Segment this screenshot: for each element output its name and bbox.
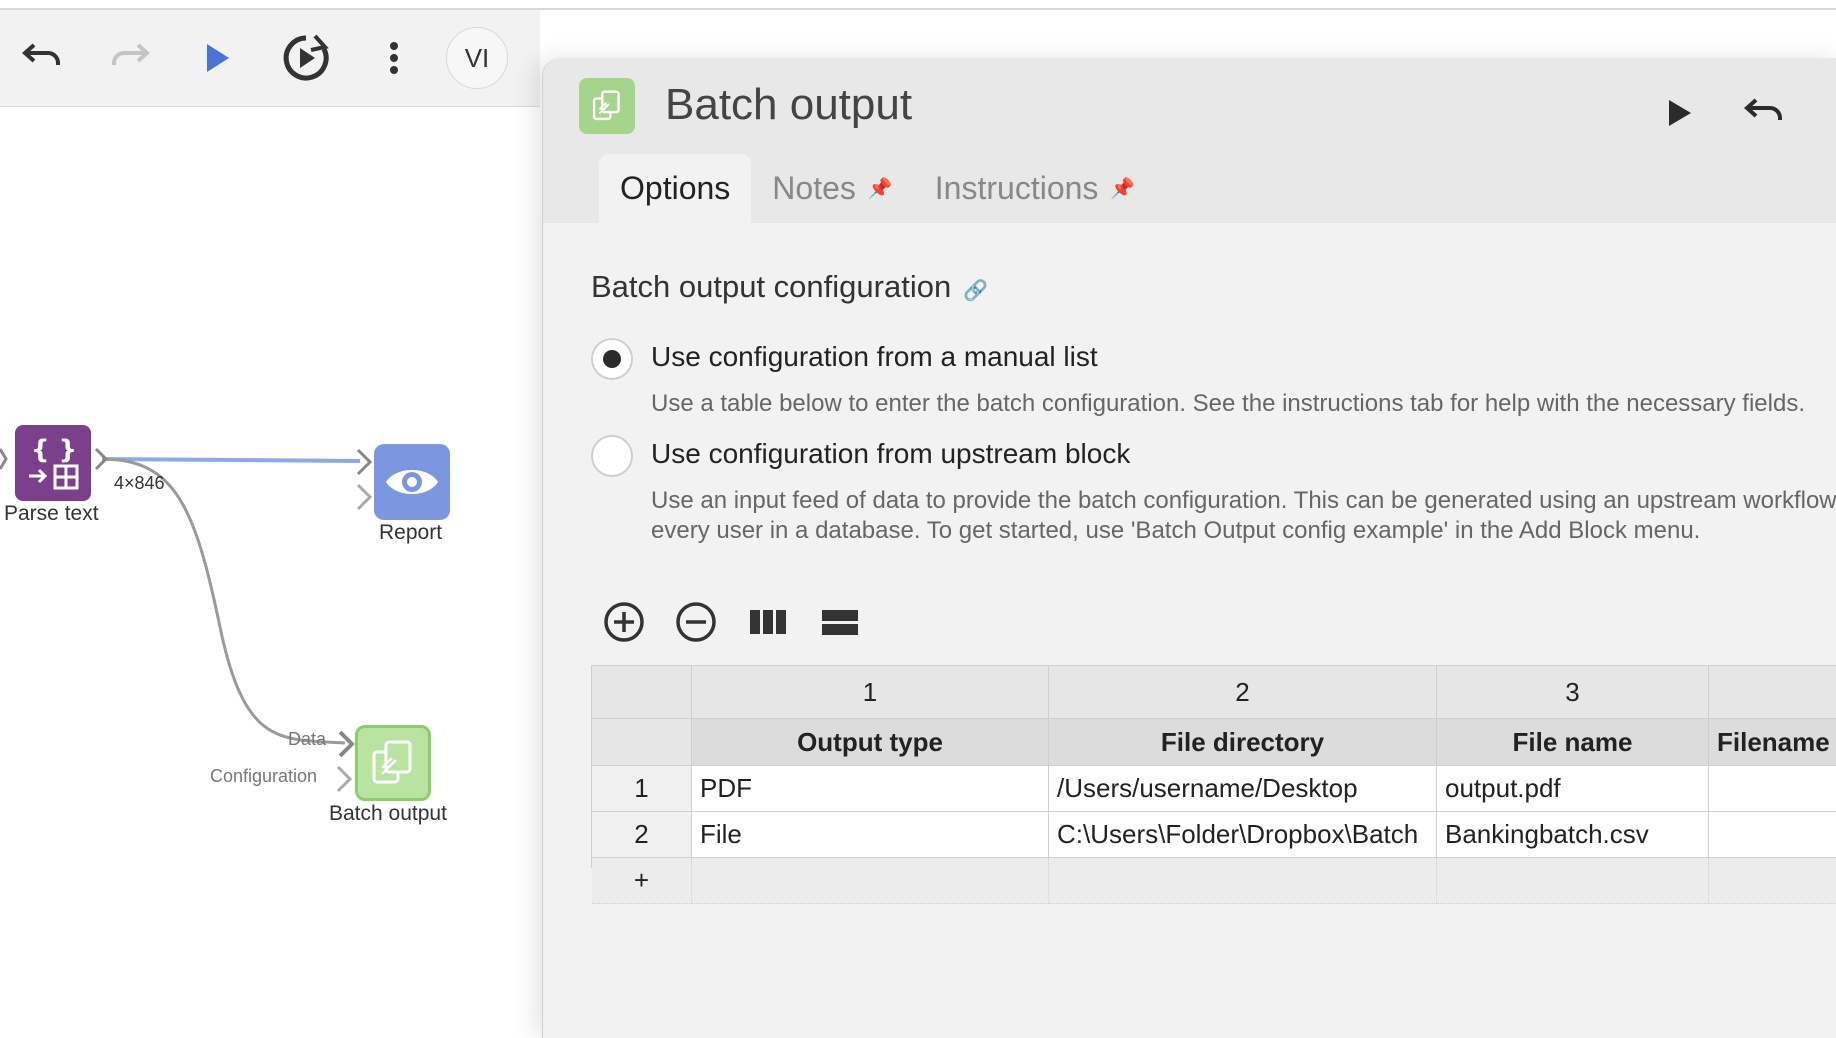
remove-row-button[interactable] <box>673 599 719 645</box>
tab-notes[interactable]: Notes 📌 <box>751 154 914 223</box>
run-button[interactable] <box>188 10 248 106</box>
undo-button[interactable] <box>12 10 72 106</box>
undo-icon <box>1743 98 1782 120</box>
tab-instructions[interactable]: Instructions 📌 <box>914 154 1157 223</box>
columns-icon <box>750 610 786 634</box>
table-cell[interactable] <box>1709 812 1836 858</box>
option-desc-manual-list: Use a table below to enter the batch con… <box>651 390 1806 417</box>
tab-notes-label: Notes <box>772 170 856 206</box>
user-avatar[interactable]: VI <box>446 27 508 89</box>
col-number[interactable] <box>1709 666 1836 719</box>
toolbar: VI <box>0 10 540 107</box>
empty-cell <box>1437 858 1709 904</box>
undo-icon <box>21 43 60 65</box>
port-arrow <box>94 447 109 471</box>
table-cell[interactable]: File <box>692 812 1049 858</box>
workflow-canvas: { } Parse text 4×846 Report Data Configu… <box>0 107 560 1032</box>
table-cell[interactable]: PDF <box>692 766 1049 812</box>
section-title: Batch output configuration 🔗 <box>591 269 988 305</box>
edge-parse-to-report <box>101 457 361 463</box>
panel-title: Batch output <box>665 80 913 129</box>
empty-cell <box>692 858 1049 904</box>
columns-button[interactable] <box>745 599 791 645</box>
config-table: 1 2 3 Output type File directory File na… <box>591 665 1836 904</box>
panel-header: Batch output Options Notes 📌 Instructions… <box>543 58 1836 223</box>
tab-options-label: Options <box>620 170 731 206</box>
empty-cell <box>1709 858 1836 904</box>
block-panel: Batch output Options Notes 📌 Instructions… <box>542 58 1836 1038</box>
node-label-parse-text: Parse text <box>4 502 99 525</box>
more-button[interactable] <box>364 10 424 106</box>
port-arrow <box>336 765 353 793</box>
table-cell[interactable]: output.pdf <box>1437 766 1709 812</box>
node-label-batch-output: Batch output <box>329 802 447 825</box>
row-number[interactable]: 1 <box>592 766 692 812</box>
edges-layer <box>0 447 373 793</box>
column-header[interactable]: File directory <box>1049 719 1437 766</box>
link-icon[interactable]: 🔗 <box>963 280 988 302</box>
corner-cell <box>592 666 692 719</box>
column-header[interactable]: Output type <box>692 719 1049 766</box>
edge-parse-to-batch <box>101 457 346 745</box>
panel-undo-button[interactable] <box>1739 88 1789 138</box>
node-batch-output[interactable] <box>355 725 431 801</box>
column-header[interactable]: Filename <box>1709 719 1836 766</box>
option-label-upstream-block: Use configuration from upstream block <box>651 438 1131 469</box>
documents-icon <box>372 740 412 784</box>
rerun-icon <box>283 34 329 81</box>
redo-icon <box>112 43 151 65</box>
table-cell[interactable]: Bankingbatch.csv <box>1437 812 1709 858</box>
row-number[interactable]: 2 <box>592 812 692 858</box>
option-desc-upstream-line-2: every user in a database. To get started… <box>651 517 1701 544</box>
svg-text:{ }: { } <box>31 435 77 465</box>
radio-upstream-block[interactable] <box>591 435 633 477</box>
option-desc-upstream-line-1: Use an input feed of data to provide the… <box>651 487 1836 514</box>
play-icon <box>207 44 229 72</box>
pin-icon: 📌 <box>867 178 893 200</box>
option-label-manual-list: Use configuration from a manual list <box>651 341 1098 372</box>
node-parse-text[interactable]: { } <box>15 425 91 501</box>
parse-icon: { } <box>29 435 79 490</box>
eye-icon <box>386 470 438 494</box>
table-cell[interactable]: /Users/username/Desktop <box>1049 766 1437 812</box>
panel-tabs: Options Notes 📌 Instructions 📌 <box>599 154 1156 223</box>
add-row-button[interactable] <box>601 599 647 645</box>
documents-icon <box>592 90 620 121</box>
tab-instructions-label: Instructions <box>934 170 1099 206</box>
col-number[interactable]: 3 <box>1437 666 1709 719</box>
table-cell[interactable]: C:\Users\Folder\Dropbox\Batch <box>1049 812 1437 858</box>
col-number[interactable]: 2 <box>1049 666 1437 719</box>
rows-button[interactable] <box>817 599 863 645</box>
tab-options[interactable]: Options <box>599 154 752 223</box>
column-header[interactable]: File name <box>1437 719 1709 766</box>
table-cell[interactable] <box>1709 766 1836 812</box>
add-circle-icon <box>604 602 644 642</box>
rows-icon <box>822 610 858 635</box>
empty-cell <box>1049 858 1437 904</box>
radio-manual-list[interactable] <box>591 338 633 380</box>
col-number[interactable]: 1 <box>692 666 1049 719</box>
port-arrow <box>356 483 373 511</box>
port-arrow <box>0 448 8 470</box>
rerun-button[interactable] <box>276 10 336 106</box>
pin-icon: 📌 <box>1110 178 1136 200</box>
node-report[interactable] <box>374 444 450 520</box>
remove-circle-icon <box>676 602 716 642</box>
edge-count-label: 4×846 <box>114 473 165 493</box>
panel-block-icon <box>579 78 635 134</box>
kebab-icon <box>390 42 398 74</box>
play-icon <box>1669 100 1691 126</box>
panel-run-button[interactable] <box>1655 88 1705 138</box>
add-row-cell[interactable]: + <box>592 858 692 904</box>
header-row-corner <box>592 719 692 766</box>
node-label-report: Report <box>379 521 443 544</box>
section-title-text: Batch output configuration <box>591 269 952 304</box>
port-label-configuration: Configuration <box>210 766 318 786</box>
redo-button[interactable] <box>100 10 160 106</box>
port-label-data: Data <box>288 729 327 749</box>
